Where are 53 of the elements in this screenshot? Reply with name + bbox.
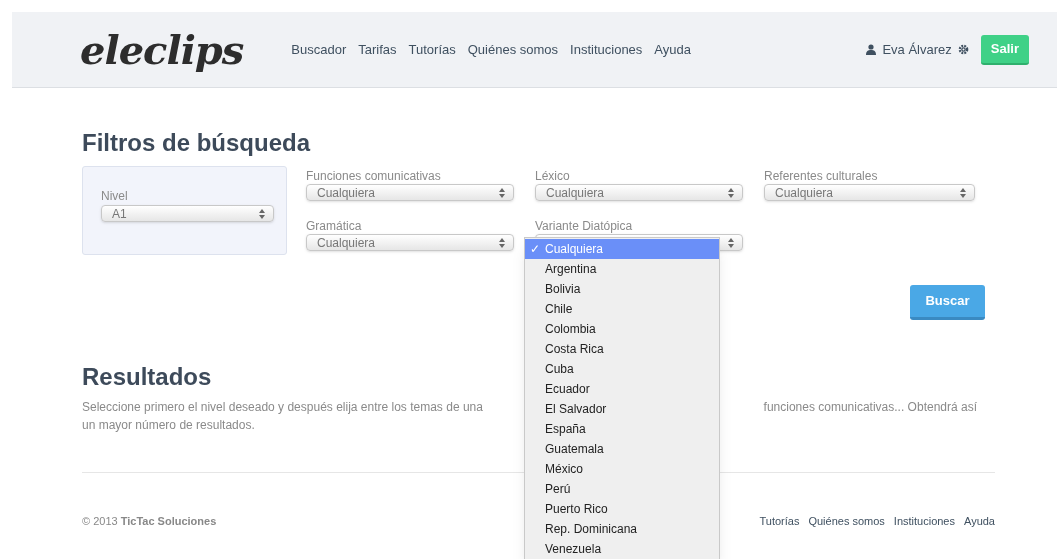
footer-link[interactable]: Instituciones — [893, 513, 955, 530]
field-label: Funciones comunicativas — [306, 168, 442, 184]
select-arrows-icon — [499, 237, 505, 248]
select-field[interactable]: Cualquiera — [306, 184, 514, 201]
dropdown-option[interactable]: Perú — [525, 479, 719, 499]
nav-link[interactable]: Tutorías — [408, 39, 456, 60]
nav-link[interactable]: Ayuda — [654, 39, 691, 60]
results-text: un mayor número de resultados. — [82, 417, 255, 434]
select-arrows-icon — [728, 237, 734, 248]
footer-link[interactable]: Ayuda — [964, 513, 995, 530]
select-field[interactable]: A1 — [101, 205, 274, 222]
select-arrows-icon — [259, 208, 265, 219]
field-label: Gramática — [306, 218, 363, 234]
dropdown-option[interactable]: Ecuador — [525, 379, 719, 399]
dropdown-option[interactable]: Rep. Dominicana — [525, 519, 719, 539]
select-arrows-icon — [728, 187, 734, 198]
user-name[interactable]: Eva Álvarez — [882, 39, 952, 60]
dropdown-option[interactable]: España — [525, 419, 719, 439]
field-label: Nivel — [101, 188, 129, 205]
nav-link[interactable]: Buscador — [291, 39, 347, 60]
logo[interactable]: eleclips — [80, 19, 244, 80]
dropdown-option[interactable]: Argentina — [525, 259, 719, 279]
select-field[interactable]: Cualquiera — [306, 234, 514, 251]
dropdown-option[interactable]: El Salvador — [525, 399, 719, 419]
field-label: Léxico — [535, 168, 571, 184]
dropdown-option[interactable]: México — [525, 459, 719, 479]
user-icon — [866, 44, 877, 55]
select-field[interactable]: Cualquiera — [764, 184, 975, 201]
select-arrows-icon — [499, 187, 505, 198]
dropdown-option[interactable]: Guatemala — [525, 439, 719, 459]
check-mark: ✓ — [530, 241, 540, 258]
footer-link[interactable]: Tutorías — [759, 513, 800, 530]
nav-link[interactable]: Quiénes somos — [467, 39, 559, 60]
dropdown-option[interactable]: Cuba — [525, 359, 719, 379]
select-arrows-icon — [960, 187, 966, 198]
nav-link[interactable]: Tarifas — [358, 39, 397, 60]
results-text: funciones comunicativas... Obtendrá así — [763, 399, 977, 416]
dropdown-option[interactable]: Colombia — [525, 319, 719, 339]
dropdown-option[interactable]: Venezuela — [525, 539, 719, 559]
dropdown-option[interactable]: Costa Rica — [525, 339, 719, 359]
filters-title: Filtros de búsqueda — [82, 128, 312, 158]
dropdown-option[interactable]: Chile — [525, 299, 719, 319]
dropdown-option[interactable]: Puerto Rico — [525, 499, 719, 519]
results-title: Resultados — [82, 362, 212, 392]
settings-icon[interactable] — [957, 44, 969, 55]
dropdown-option[interactable]: Bolivia — [525, 279, 719, 299]
field-label: Variante Diatópica — [535, 218, 634, 234]
copyright-text: © 2013 TicTac Soluciones — [82, 514, 217, 529]
field-label: Referentes culturales — [764, 168, 879, 184]
nav-link[interactable]: Instituciones — [570, 39, 643, 60]
select-field[interactable]: Cualquiera — [535, 184, 743, 201]
results-text: Seleccione primero el nivel deseado y después elija entre los temas de una — [82, 399, 483, 416]
footer-link[interactable]: Quiénes somos — [808, 513, 885, 530]
